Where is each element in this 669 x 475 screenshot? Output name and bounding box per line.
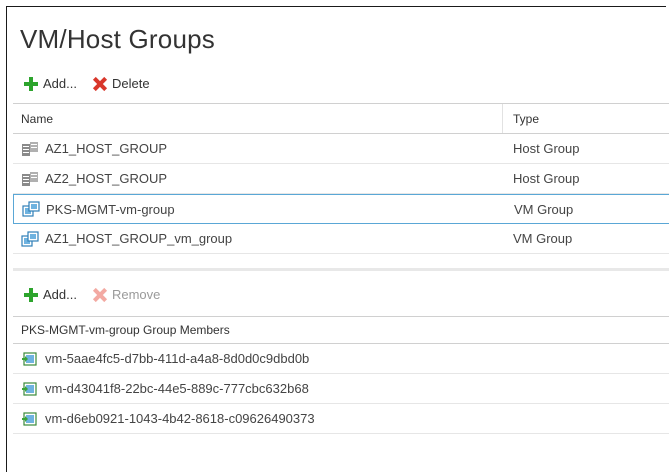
column-header-name[interactable]: Name	[13, 104, 503, 133]
groups-table-header: Name Type	[13, 104, 669, 134]
vm-group-icon	[21, 230, 39, 247]
table-row[interactable]: AZ1_HOST_GROUP_vm_group VM Group	[13, 224, 669, 254]
column-header-type[interactable]: Type	[503, 112, 539, 126]
members-toolbar: Add... Remove	[24, 287, 176, 302]
group-name: PKS-MGMT-vm-group	[46, 201, 175, 217]
host-group-icon	[22, 141, 38, 156]
group-type: Host Group	[513, 141, 580, 156]
delete-group-label: Delete	[111, 76, 150, 91]
members-table-header[interactable]: PKS-MGMT-vm-group Group Members	[13, 317, 669, 344]
group-type: VM Group	[513, 231, 573, 246]
delete-x-icon	[93, 77, 107, 91]
group-name: AZ1_HOST_GROUP_vm_group	[45, 231, 233, 246]
add-member-button[interactable]: Add...	[24, 287, 77, 302]
vm-name: vm-d43041f8-22bc-44e5-889c-777cbc632b68	[45, 381, 309, 396]
plus-icon	[24, 287, 38, 302]
group-name: AZ1_HOST_GROUP	[45, 141, 168, 156]
vm-icon	[22, 351, 37, 366]
plus-icon	[24, 76, 38, 91]
delete-group-button[interactable]: Delete	[93, 76, 150, 91]
list-item[interactable]: vm-d43041f8-22bc-44e5-889c-777cbc632b68	[13, 374, 669, 404]
page-title: VM/Host Groups	[20, 24, 215, 54]
group-type: Host Group	[513, 171, 580, 186]
vm-name: vm-d6eb0921-1043-4b42-8618-c09626490373	[45, 411, 315, 426]
vm-name: vm-5aae4fc5-d7bb-411d-a4a8-8d0d0c9dbd0b	[45, 351, 310, 366]
group-type: VM Group	[514, 201, 574, 217]
list-item[interactable]: vm-d6eb0921-1043-4b42-8618-c09626490373	[13, 404, 669, 434]
add-group-label: Add...	[43, 76, 77, 91]
table-row[interactable]: AZ2_HOST_GROUP Host Group	[13, 164, 669, 194]
vm-icon	[22, 411, 37, 426]
members-table: PKS-MGMT-vm-group Group Members vm-5aae4…	[13, 316, 669, 434]
group-name: AZ2_HOST_GROUP	[45, 171, 168, 186]
table-row-selected[interactable]: PKS-MGMT-vm-group VM Group	[13, 194, 669, 224]
remove-member-button[interactable]: Remove	[93, 287, 160, 302]
panel-splitter[interactable]	[13, 268, 669, 271]
remove-member-label: Remove	[111, 287, 161, 302]
add-member-label: Add...	[43, 287, 77, 302]
vm-icon	[22, 381, 37, 396]
list-item[interactable]: vm-5aae4fc5-d7bb-411d-a4a8-8d0d0c9dbd0b	[13, 344, 669, 374]
host-group-icon	[22, 171, 38, 186]
vm-group-icon	[22, 201, 40, 217]
remove-x-icon	[93, 288, 107, 302]
table-row[interactable]: AZ1_HOST_GROUP Host Group	[13, 134, 669, 164]
add-group-button[interactable]: Add...	[24, 76, 77, 91]
groups-toolbar: Add... Delete	[24, 76, 166, 91]
groups-table: Name Type AZ1_HOST_GROUP Host Group AZ2_…	[13, 103, 669, 254]
